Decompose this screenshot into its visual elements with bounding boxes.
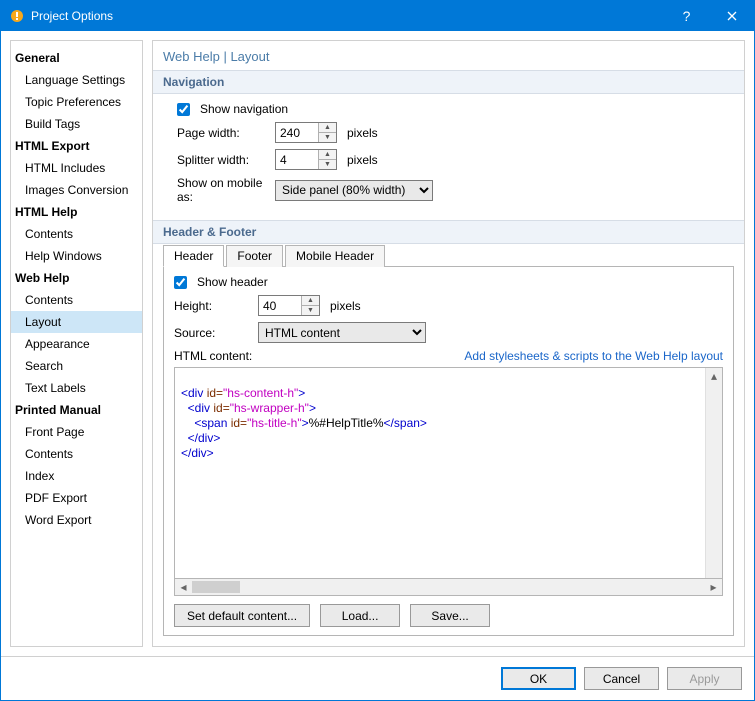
close-button[interactable] [709, 1, 754, 31]
sidebar-head-web-help: Web Help [11, 267, 142, 289]
show-mobile-select[interactable]: Side panel (80% width) [275, 180, 433, 201]
sidebar-item-appearance[interactable]: Appearance [11, 333, 142, 355]
html-content-label: HTML content: [174, 349, 252, 363]
page-width-input[interactable] [276, 123, 318, 142]
help-button[interactable]: ? [664, 1, 709, 31]
height-unit: pixels [330, 299, 361, 313]
show-navigation-label: Show navigation [200, 102, 288, 116]
page-width-label: Page width: [177, 126, 269, 140]
show-navigation-checkbox[interactable] [177, 103, 190, 116]
sidebar-head-general: General [11, 47, 142, 69]
spin-down-icon[interactable]: ▼ [302, 306, 319, 315]
sidebar-item-pdf-export[interactable]: PDF Export [11, 487, 142, 509]
save-button[interactable]: Save... [410, 604, 490, 627]
window-title: Project Options [31, 9, 664, 23]
scroll-right-icon[interactable]: ▸ [705, 580, 722, 594]
sidebar-item-index[interactable]: Index [11, 465, 142, 487]
splitter-width-unit: pixels [347, 153, 378, 167]
sidebar-item-language-settings[interactable]: Language Settings [11, 69, 142, 91]
spin-down-icon[interactable]: ▼ [319, 160, 336, 169]
spin-up-icon[interactable]: ▲ [302, 296, 319, 306]
sidebar: General Language Settings Topic Preferen… [10, 40, 143, 647]
page-width-unit: pixels [347, 126, 378, 140]
sidebar-head-printed-manual: Printed Manual [11, 399, 142, 421]
header-footer-section: Header Footer Mobile Header Show header … [153, 244, 744, 646]
sidebar-head-html-export: HTML Export [11, 135, 142, 157]
ok-button[interactable]: OK [501, 667, 576, 690]
apply-button[interactable]: Apply [667, 667, 742, 690]
sidebar-head-html-help: HTML Help [11, 201, 142, 223]
vertical-scrollbar[interactable]: ▴ [705, 368, 722, 578]
sidebar-item-wh-contents[interactable]: Contents [11, 289, 142, 311]
cancel-button[interactable]: Cancel [584, 667, 659, 690]
splitter-width-input[interactable] [276, 150, 318, 169]
show-mobile-label: Show on mobile as: [177, 176, 269, 204]
load-button[interactable]: Load... [320, 604, 400, 627]
sidebar-item-build-tags[interactable]: Build Tags [11, 113, 142, 135]
titlebar: Project Options ? [1, 1, 754, 31]
show-header-checkbox[interactable] [174, 276, 187, 289]
show-header-label: Show header [197, 275, 268, 289]
sidebar-item-word-export[interactable]: Word Export [11, 509, 142, 531]
source-select[interactable]: HTML content [258, 322, 426, 343]
spin-up-icon[interactable]: ▲ [319, 123, 336, 133]
horizontal-scrollbar[interactable]: ◂ ▸ [174, 579, 723, 596]
height-spinner[interactable]: ▲▼ [258, 295, 320, 316]
scroll-left-icon[interactable]: ◂ [175, 580, 192, 594]
tab-footer[interactable]: Footer [226, 245, 283, 267]
app-icon [9, 8, 25, 24]
html-content-editor[interactable]: <div id="hs-content-h"> <div id="hs-wrap… [174, 367, 723, 579]
add-stylesheets-link[interactable]: Add stylesheets & scripts to the Web Hel… [464, 349, 723, 363]
scroll-thumb[interactable] [192, 581, 240, 593]
splitter-width-spinner[interactable]: ▲▼ [275, 149, 337, 170]
tab-header[interactable]: Header [163, 245, 224, 267]
content-panel: Web Help | Layout Navigation Show naviga… [152, 40, 745, 647]
height-label: Height: [174, 299, 252, 313]
section-navigation-head: Navigation [153, 70, 744, 94]
sidebar-item-front-page[interactable]: Front Page [11, 421, 142, 443]
set-default-content-button[interactable]: Set default content... [174, 604, 310, 627]
height-input[interactable] [259, 296, 301, 315]
breadcrumb: Web Help | Layout [153, 41, 744, 70]
sidebar-item-images-conversion[interactable]: Images Conversion [11, 179, 142, 201]
sidebar-item-layout[interactable]: Layout [11, 311, 142, 333]
section-navigation: Show navigation Page width: ▲▼ pixels Sp… [153, 94, 744, 220]
section-header-footer-head: Header & Footer [153, 220, 744, 244]
sidebar-item-help-windows[interactable]: Help Windows [11, 245, 142, 267]
tabpanel-header: Show header Height: ▲▼ pixels Source: [163, 266, 734, 636]
tabstrip: Header Footer Mobile Header [163, 245, 734, 267]
sidebar-item-pm-contents[interactable]: Contents [11, 443, 142, 465]
sidebar-item-text-labels[interactable]: Text Labels [11, 377, 142, 399]
splitter-width-label: Splitter width: [177, 153, 269, 167]
dialog-footer: OK Cancel Apply [1, 656, 754, 700]
source-label: Source: [174, 326, 252, 340]
page-width-spinner[interactable]: ▲▼ [275, 122, 337, 143]
spin-up-icon[interactable]: ▲ [319, 150, 336, 160]
spin-down-icon[interactable]: ▼ [319, 133, 336, 142]
sidebar-item-html-includes[interactable]: HTML Includes [11, 157, 142, 179]
tab-mobile-header[interactable]: Mobile Header [285, 245, 385, 267]
sidebar-item-topic-preferences[interactable]: Topic Preferences [11, 91, 142, 113]
sidebar-item-hh-contents[interactable]: Contents [11, 223, 142, 245]
sidebar-item-search[interactable]: Search [11, 355, 142, 377]
